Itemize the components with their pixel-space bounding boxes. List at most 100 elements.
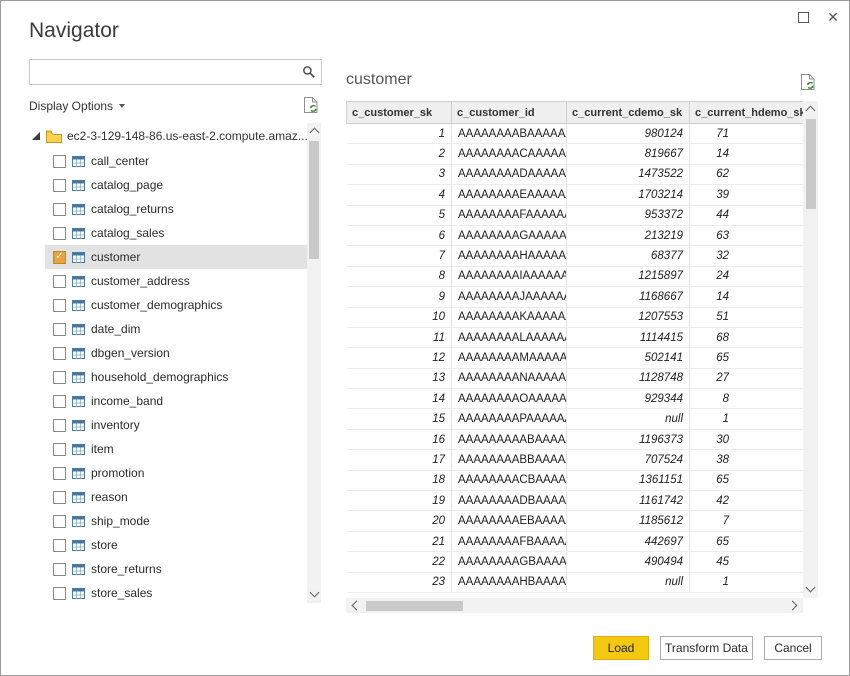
cell-c_customer_sk: 6 — [346, 225, 452, 247]
cell-c_customer_id: AAAAAAAACBAAAAAA — [451, 470, 567, 492]
maximize-button[interactable] — [793, 7, 813, 27]
cell-c_current_hdemo_sk: 63 — [689, 225, 803, 247]
table-icon — [72, 467, 85, 479]
unchecked-checkbox-customer_demographics[interactable] — [53, 298, 66, 312]
unchecked-checkbox-ship_mode[interactable] — [53, 514, 66, 528]
tree-root-server[interactable]: ec2-3-129-148-86.us-east-2.compute.amaz.… — [29, 123, 307, 149]
tree-item-label: item — [91, 442, 114, 456]
unchecked-checkbox-store[interactable] — [53, 538, 66, 552]
table-icon — [72, 419, 85, 431]
table-row: 1AAAAAAAABAAAAAAA98012471 — [346, 123, 803, 145]
tree-item-store_returns[interactable]: store_returns — [45, 557, 307, 581]
tree-item-catalog_page[interactable]: catalog_page — [45, 173, 307, 197]
search-icon[interactable] — [302, 65, 316, 79]
table-row: 13AAAAAAAANAAAAAAA112874827 — [346, 368, 803, 390]
tree-item-income_band[interactable]: income_band — [45, 389, 307, 413]
tree-item-item[interactable]: item — [45, 437, 307, 461]
scroll-down-icon[interactable] — [309, 587, 320, 598]
cell-c_current_hdemo_sk: 42 — [689, 490, 803, 512]
refresh-preview-icon[interactable] — [800, 73, 816, 91]
cell-c_current_cdemo_sk: 1168667 — [566, 286, 690, 308]
close-button[interactable]: ✕ — [823, 7, 843, 27]
table-row: 7AAAAAAAAHAAAAAAA6837732 — [346, 245, 803, 267]
cell-c_customer_sk: 23 — [346, 572, 452, 593]
preview-vscrollbar-thumb[interactable] — [805, 119, 816, 209]
tree-item-store_sales[interactable]: store_sales — [45, 581, 307, 603]
table-icon — [72, 371, 85, 383]
cell-c_current_hdemo_sk: 32 — [689, 245, 803, 267]
tree-item-catalog_returns[interactable]: catalog_returns — [45, 197, 307, 221]
unchecked-checkbox-household_demographics[interactable] — [53, 370, 66, 384]
tree-item-customer[interactable]: ✓ customer — [45, 245, 307, 269]
cell-c_current_hdemo_sk: 71 — [689, 123, 803, 145]
cell-c_current_hdemo_sk: 8 — [689, 388, 803, 410]
cell-c_current_hdemo_sk: 1 — [689, 408, 803, 430]
tree-item-household_demographics[interactable]: household_demographics — [45, 365, 307, 389]
cell-c_customer_id: AAAAAAAAFBAAAAAA — [451, 531, 567, 553]
tree-vertical-scrollbar[interactable] — [307, 123, 321, 603]
table-icon — [72, 155, 85, 167]
unchecked-checkbox-catalog_page[interactable] — [53, 178, 66, 192]
tree-item-promotion[interactable]: promotion — [45, 461, 307, 485]
preview-horizontal-scrollbar[interactable] — [346, 598, 803, 613]
tree-item-ship_mode[interactable]: ship_mode — [45, 509, 307, 533]
cancel-button[interactable]: Cancel — [764, 636, 822, 660]
unchecked-checkbox-dbgen_version[interactable] — [53, 346, 66, 360]
unchecked-checkbox-call_center[interactable] — [53, 154, 66, 168]
scroll-left-icon[interactable] — [351, 600, 362, 611]
tree-item-dbgen_version[interactable]: dbgen_version — [45, 341, 307, 365]
cell-c_current_cdemo_sk: 1161742 — [566, 490, 690, 512]
cell-c_current_cdemo_sk: 1196373 — [566, 429, 690, 451]
tree-scrollbar-thumb[interactable] — [309, 141, 319, 259]
refresh-tree-icon[interactable] — [303, 96, 319, 114]
cell-c_customer_id: AAAAAAAAFAAAAAAA — [451, 205, 567, 226]
tree-item-customer_address[interactable]: customer_address — [45, 269, 307, 293]
tree-item-date_dim[interactable]: date_dim — [45, 317, 307, 341]
scroll-right-icon[interactable] — [787, 600, 798, 611]
tree-item-store[interactable]: store — [45, 533, 307, 557]
unchecked-checkbox-store_sales[interactable] — [53, 586, 66, 600]
tree-item-catalog_sales[interactable]: catalog_sales — [45, 221, 307, 245]
chevron-down-icon — [119, 104, 126, 108]
checked-checkbox-customer[interactable]: ✓ — [53, 250, 66, 264]
tree-item-label: household_demographics — [91, 370, 229, 384]
cell-c_current_hdemo_sk: 45 — [689, 551, 803, 573]
unchecked-checkbox-catalog_returns[interactable] — [53, 202, 66, 216]
scroll-up-icon[interactable] — [309, 127, 320, 138]
table-icon — [72, 539, 85, 551]
tree-item-call_center[interactable]: call_center — [45, 149, 307, 173]
column-header-c_current_cdemo_sk: c_current_cdemo_sk — [566, 101, 690, 124]
load-button[interactable]: Load — [593, 636, 649, 660]
unchecked-checkbox-item[interactable] — [53, 442, 66, 456]
search-input[interactable] — [30, 60, 321, 84]
cell-c_customer_id: AAAAAAAAEAAAAAAA — [451, 184, 567, 206]
cell-c_customer_id: AAAAAAAAABAAAAAA — [451, 429, 567, 451]
unchecked-checkbox-customer_address[interactable] — [53, 274, 66, 288]
folder-icon — [46, 130, 62, 143]
unchecked-checkbox-date_dim[interactable] — [53, 322, 66, 336]
tree-item-customer_demographics[interactable]: customer_demographics — [45, 293, 307, 317]
unchecked-checkbox-reason[interactable] — [53, 490, 66, 504]
table-icon — [72, 179, 85, 191]
cell-c_current_cdemo_sk: 1185612 — [566, 510, 690, 532]
display-options-dropdown[interactable]: Display Options — [29, 99, 126, 113]
unchecked-checkbox-catalog_sales[interactable] — [53, 226, 66, 240]
scroll-down-icon[interactable] — [805, 582, 816, 593]
tree-item-inventory[interactable]: inventory — [45, 413, 307, 437]
cell-c_customer_id: AAAAAAAAHAAAAAAA — [451, 245, 567, 267]
cell-c_current_cdemo_sk: 442697 — [566, 531, 690, 553]
cell-c_current_hdemo_sk: 65 — [689, 531, 803, 553]
cell-c_current_hdemo_sk: 24 — [689, 266, 803, 288]
preview-vertical-scrollbar[interactable] — [803, 101, 818, 598]
transform-data-button[interactable]: Transform Data — [660, 636, 753, 660]
unchecked-checkbox-store_returns[interactable] — [53, 562, 66, 576]
unchecked-checkbox-income_band[interactable] — [53, 394, 66, 408]
scroll-up-icon[interactable] — [805, 105, 816, 116]
preview-hscrollbar-thumb[interactable] — [366, 600, 463, 611]
unchecked-checkbox-promotion[interactable] — [53, 466, 66, 480]
tree-item-reason[interactable]: reason — [45, 485, 307, 509]
expander-expanded-icon[interactable] — [31, 131, 41, 141]
unchecked-checkbox-inventory[interactable] — [53, 418, 66, 432]
table-row: 19AAAAAAAADBAAAAAA116174242 — [346, 490, 803, 512]
table-row: 20AAAAAAAAEBAAAAAA11856127 — [346, 510, 803, 532]
